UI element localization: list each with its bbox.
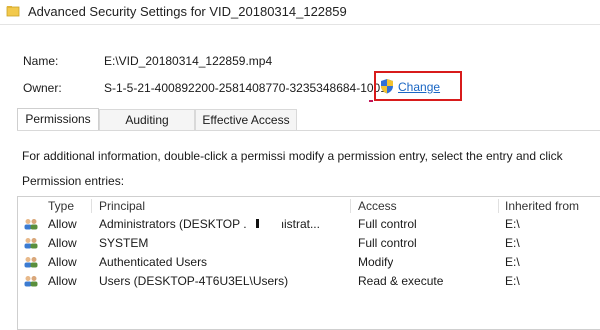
name-value: E:\VID_20180314_122859.mp4 [104,54,273,68]
user-group-icon [24,257,38,268]
window-title: Advanced Security Settings for VID_20180… [28,4,347,19]
change-owner-link[interactable]: Change [398,80,440,94]
entry-access: Full control [358,217,417,231]
dialog-body: Name: E:\VID_20180314_122859.mp4 Owner: … [0,25,600,330]
tab-permissions[interactable]: Permissions [17,108,99,131]
entry-inherited-from: E:\ [505,236,520,250]
redaction-mask [246,217,282,231]
user-group-icon [24,219,38,230]
entry-type: Allow [48,217,77,231]
owner-label: Owner: [23,81,62,95]
window-titlebar[interactable]: Advanced Security Settings for VID_20180… [0,0,600,25]
entry-inherited-from: E:\ [505,217,520,231]
tab-auditing[interactable]: Auditing [99,109,195,130]
table-row[interactable]: Allow Administrators (DESKTOP .\Administ… [18,215,600,233]
entry-access: Read & execute [358,274,444,288]
entry-principal: Administrators (DESKTOP .\Administrat... [99,217,320,231]
entry-principal: Users (DESKTOP-4T6U3EL\Users) [99,274,289,288]
table-row[interactable]: Allow Authenticated Users Modify E:\ [18,253,600,271]
column-separator[interactable] [350,199,351,213]
info-text: For additional information, double-click… [22,149,563,163]
column-header-inherited-from[interactable]: Inherited from [505,197,579,215]
tab-divider [17,130,600,131]
column-header-type[interactable]: Type [48,197,74,215]
entry-type: Allow [48,255,77,269]
entry-type: Allow [48,274,77,288]
redaction-mark [256,219,259,228]
uac-shield-icon [381,79,393,94]
tab-effective-access[interactable]: Effective Access [195,109,297,130]
cursor-mark [369,100,373,102]
column-separator[interactable] [498,199,499,213]
column-separator[interactable] [91,199,92,213]
entry-principal: Authenticated Users [99,255,208,269]
user-group-icon [24,238,38,249]
column-header-principal[interactable]: Principal [99,197,145,215]
entry-access: Full control [358,236,417,250]
entry-inherited-from: E:\ [505,274,520,288]
entry-inherited-from: E:\ [505,255,520,269]
name-label: Name: [23,54,59,68]
entry-type: Allow [48,236,77,250]
entry-principal: SYSTEM [99,236,149,250]
table-row[interactable]: Allow Users (DESKTOP-4T6U3EL\Users) Read… [18,272,600,290]
folder-shield-icon [6,6,20,17]
permission-entries-list[interactable]: Type Principal Access Inherited from All… [17,196,600,330]
user-group-icon [24,276,38,287]
permission-entries-label: Permission entries: [22,174,125,188]
column-header-access[interactable]: Access [358,197,397,215]
table-row[interactable]: Allow SYSTEM Full control E:\ [18,234,600,252]
owner-value: S-1-5-21-400892200-2581408770-3235348684… [104,81,387,95]
entry-access: Modify [358,255,394,269]
